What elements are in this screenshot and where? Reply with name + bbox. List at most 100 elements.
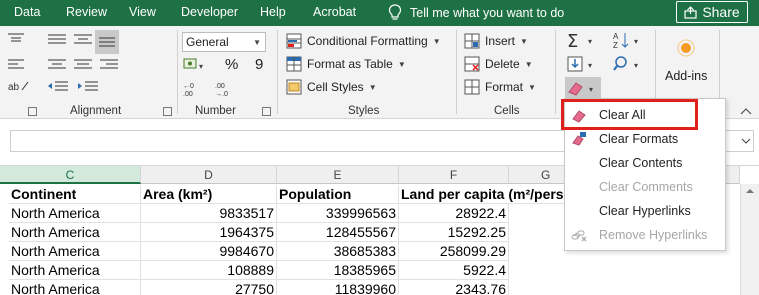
styles-group-label: Styles <box>348 105 380 117</box>
lightbulb-icon <box>388 4 402 20</box>
table-cell[interactable]: 1964375 <box>141 223 277 242</box>
svg-text:ab: ab <box>8 82 20 93</box>
autosum-icon[interactable]: Σ ▾ <box>566 30 600 50</box>
table-cell[interactable]: 11839960 <box>277 280 399 295</box>
addins-label: Add-ins <box>665 69 708 83</box>
table-cell[interactable]: North America <box>9 223 141 242</box>
comma-style-button[interactable]: 9 <box>255 56 263 73</box>
highlight-box <box>561 99 698 130</box>
column-header-c[interactable]: C <box>0 166 141 184</box>
tell-me-label: Tell me what you want to do <box>410 5 565 20</box>
tab-developer[interactable]: Developer <box>181 5 238 19</box>
table-cell[interactable]: 18385965 <box>277 261 399 280</box>
decrease-indent-icon[interactable] <box>46 78 70 94</box>
middle-align-icon[interactable] <box>46 32 68 46</box>
separator <box>555 30 556 114</box>
align-middle-icon[interactable] <box>46 56 68 72</box>
chevron-down-icon: ▼ <box>368 82 377 92</box>
table-header-cell[interactable]: Population <box>277 185 399 204</box>
table-cell[interactable]: 339996563 <box>277 204 399 223</box>
svg-text:→.0: →.0 <box>215 91 228 98</box>
table-cell[interactable]: 2343.76 <box>399 280 509 295</box>
align-center-icon[interactable] <box>72 56 94 72</box>
menu-item-label: Clear Hyperlinks <box>599 204 691 218</box>
chevron-down-icon: ▼ <box>432 36 441 46</box>
table-header-cell[interactable]: Continent <box>9 185 141 204</box>
decrease-decimal-icon[interactable]: .00→.0 <box>214 80 240 98</box>
orientation-icon[interactable]: ab <box>6 78 32 94</box>
table-cell[interactable]: North America <box>9 242 141 261</box>
format-as-table-button[interactable]: Format as Table ▼ <box>286 56 406 72</box>
fill-icon[interactable]: ▾ <box>566 54 600 74</box>
cell-styles-button[interactable]: Cell Styles ▼ <box>286 79 377 95</box>
table-cell[interactable]: 5922.4 <box>399 261 509 280</box>
scroll-up-icon[interactable] <box>745 187 755 195</box>
format-button[interactable]: Format ▼ <box>464 79 536 95</box>
table-cell[interactable]: 9984670 <box>141 242 277 261</box>
column-header-e[interactable]: E <box>277 166 399 184</box>
svg-text:Z: Z <box>613 41 618 50</box>
share-button[interactable]: Share <box>676 1 748 23</box>
cell-styles-label: Cell Styles <box>307 80 364 94</box>
svg-text:▾: ▾ <box>588 61 592 70</box>
table-cell[interactable]: 108889 <box>141 261 277 280</box>
clear-formats-icon <box>572 132 586 146</box>
table-cell[interactable]: North America <box>9 204 141 223</box>
percent-style-button[interactable]: % <box>225 56 238 73</box>
table-cell[interactable]: 9833517 <box>141 204 277 223</box>
column-header-d[interactable]: D <box>141 166 277 184</box>
collapse-ribbon-icon[interactable] <box>739 106 753 116</box>
table-cell[interactable]: 38685383 <box>277 242 399 261</box>
delete-button[interactable]: Delete ▼ <box>464 56 533 72</box>
column-header-f[interactable]: F <box>399 166 509 184</box>
align-left-icon[interactable] <box>6 56 28 72</box>
table-cell[interactable]: North America <box>9 280 141 295</box>
sort-filter-icon[interactable]: AZ ▾ <box>612 30 646 50</box>
tab-data[interactable]: Data <box>14 5 40 19</box>
table-cell[interactable]: 28922.4 <box>399 204 509 223</box>
center-align-icon[interactable] <box>72 32 94 46</box>
cell-styles-icon <box>286 79 302 95</box>
increase-decimal-icon[interactable]: ←0.00 <box>182 80 208 98</box>
clear-button[interactable]: ▾ <box>565 77 601 99</box>
insert-button[interactable]: Insert ▼ <box>464 33 528 49</box>
menu-item-clear-hyperlinks[interactable]: Clear Hyperlinks <box>565 199 725 223</box>
table-cell[interactable]: 128455567 <box>277 223 399 242</box>
number-format-select[interactable]: General ▼ <box>182 32 266 52</box>
svg-text:▾: ▾ <box>589 85 593 94</box>
table-cell[interactable]: North America <box>9 261 141 280</box>
number-launcher[interactable] <box>262 107 271 116</box>
expand-formula-bar-icon[interactable] <box>741 136 751 146</box>
alignment-launcher-left[interactable] <box>28 107 37 116</box>
alignment-launcher[interactable] <box>163 107 172 116</box>
increase-indent-icon[interactable] <box>76 78 100 94</box>
separator <box>277 30 278 114</box>
svg-text:Σ: Σ <box>567 31 578 50</box>
svg-text:←0: ←0 <box>183 83 194 90</box>
tab-help[interactable]: Help <box>260 5 286 19</box>
bottom-align-button[interactable] <box>95 30 119 54</box>
tell-me-search[interactable]: Tell me what you want to do <box>388 4 564 21</box>
find-select-icon[interactable]: ▾ <box>612 54 646 74</box>
vertical-scrollbar[interactable] <box>740 184 759 295</box>
table-header-cell[interactable]: Area (km²) <box>141 185 277 204</box>
accounting-format-icon[interactable]: ▾ <box>182 56 212 74</box>
table-header-cell[interactable]: Land per capita (m²/pers <box>399 185 566 204</box>
tab-acrobat[interactable]: Acrobat <box>313 5 356 19</box>
insert-label: Insert <box>485 34 516 48</box>
table-cell[interactable]: 15292.25 <box>399 223 509 242</box>
top-align-icon[interactable] <box>6 32 26 46</box>
tab-review[interactable]: Review <box>66 5 107 19</box>
alignment-group-label: Alignment <box>70 105 122 117</box>
conditional-formatting-button[interactable]: Conditional Formatting ▼ <box>286 33 441 49</box>
svg-text:▾: ▾ <box>634 61 638 70</box>
tab-view[interactable]: View <box>129 5 156 19</box>
menu-item-label: Remove Hyperlinks <box>599 228 708 242</box>
align-right-icon[interactable] <box>98 56 120 72</box>
menu-item-clear-formats[interactable]: Clear Formats <box>565 127 725 151</box>
table-cell[interactable]: 27750 <box>141 280 277 295</box>
svg-text:A: A <box>613 32 619 41</box>
menu-item-clear-contents[interactable]: Clear Contents <box>565 151 725 175</box>
table-cell[interactable]: 258099.29 <box>399 242 509 261</box>
svg-text:.00: .00 <box>215 83 225 90</box>
